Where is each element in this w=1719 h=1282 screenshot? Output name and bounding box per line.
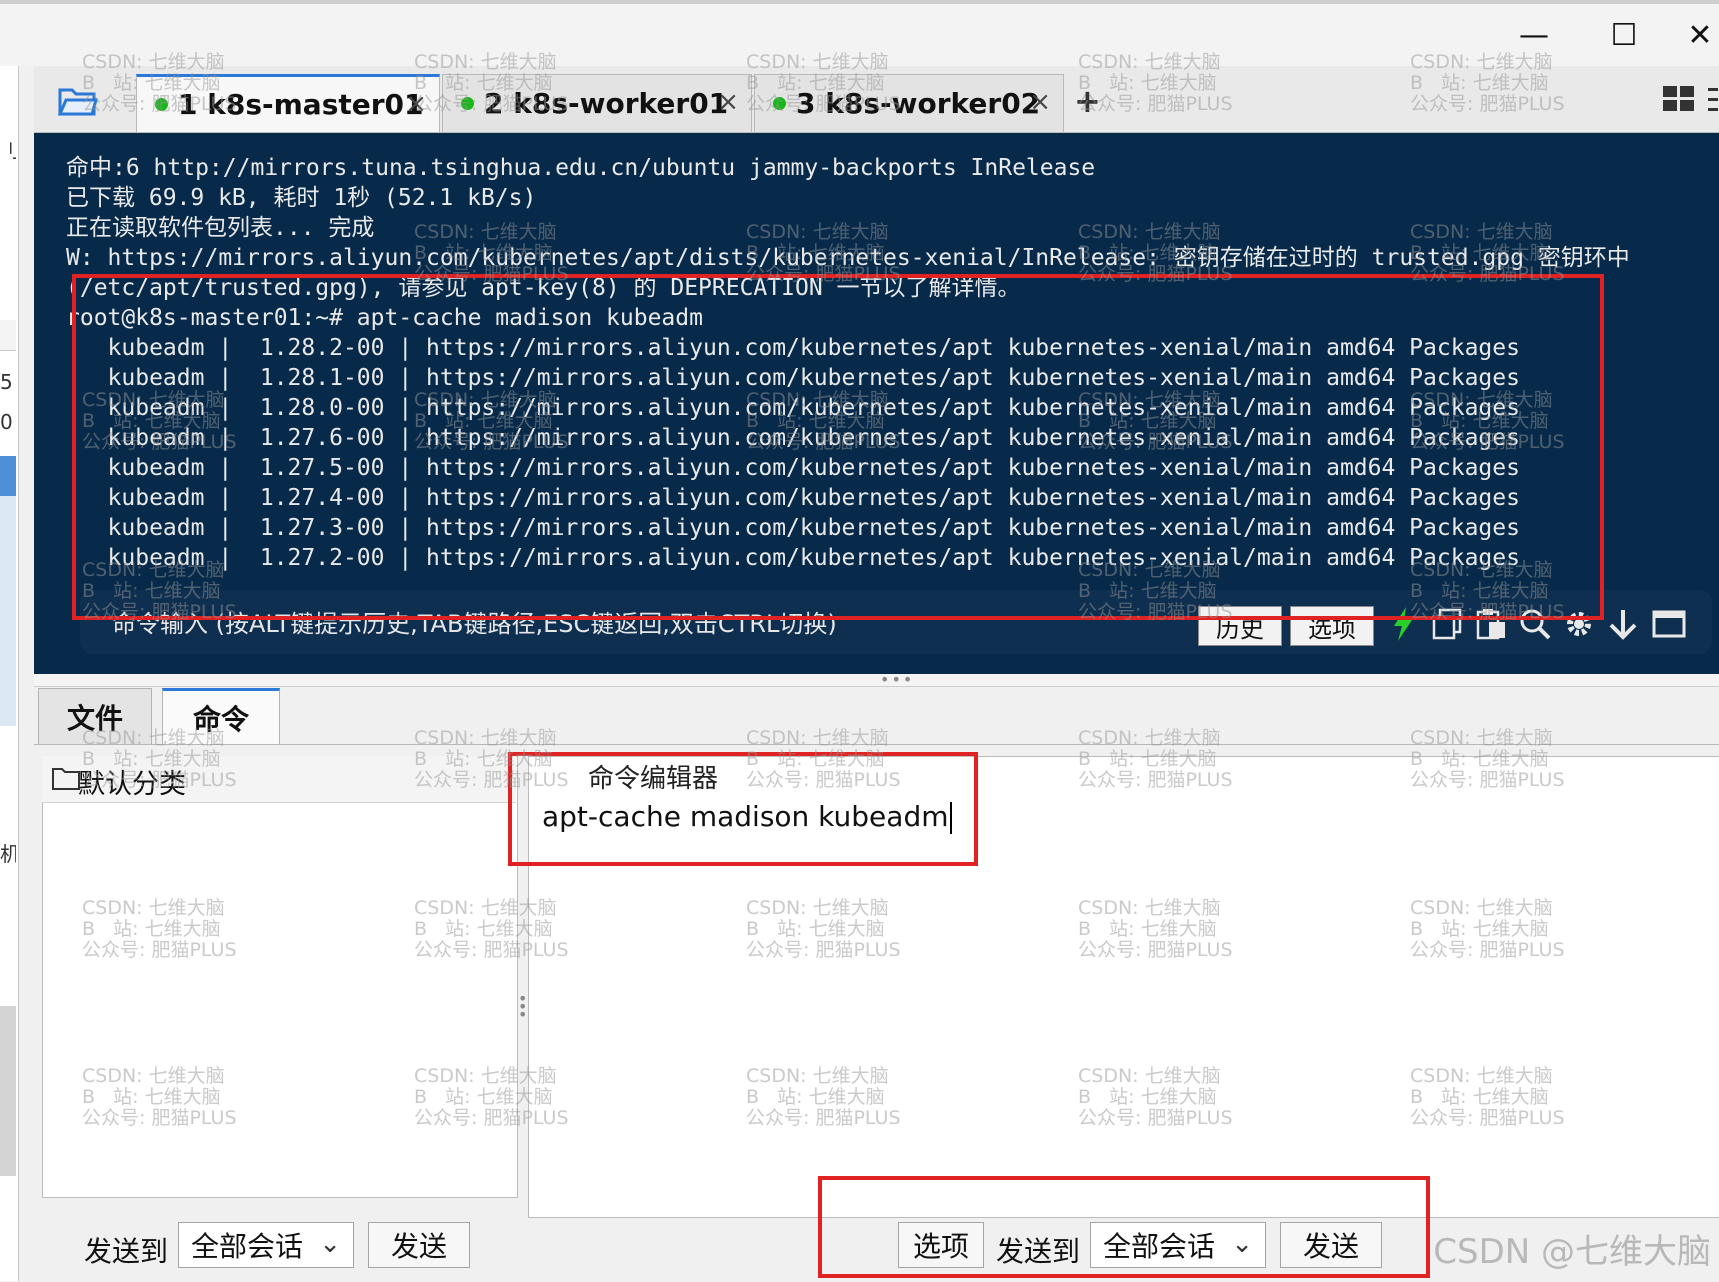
terminal-line: kubeadm | 1.28.1-00 | https://mirrors.al… — [66, 365, 1520, 391]
terminal-line: kubeadm | 1.27.5-00 | https://mirrors.al… — [66, 455, 1520, 481]
tab-commands[interactable]: 命令 — [162, 688, 280, 744]
folder-icon — [52, 766, 80, 790]
sidebar-list[interactable] — [0, 496, 16, 726]
close-icon[interactable]: × — [1029, 87, 1051, 117]
session-status-icon — [773, 97, 786, 110]
category-default[interactable]: 默认分类 — [78, 762, 186, 801]
terminal-line: kubeadm | 1.28.2-00 | https://mirrors.al… — [66, 335, 1520, 361]
window-titlebar — [0, 0, 1719, 66]
send-to-label: 发送到 — [84, 1235, 169, 1268]
tab-k8s-master01[interactable]: 1 k8s-master01 × — [136, 74, 440, 132]
arrow-down-icon[interactable] — [1604, 602, 1642, 646]
command-category-list[interactable] — [42, 756, 518, 1198]
minimize-icon: — — [1519, 17, 1549, 53]
command-text: apt-cache madison kubeadm — [542, 800, 949, 833]
copy-icon[interactable] — [1428, 602, 1466, 646]
options-button[interactable]: 选项 — [1290, 606, 1374, 646]
sidebar-fragment: 刂 — [0, 134, 16, 163]
session-status-icon — [155, 98, 168, 111]
editor-send-button[interactable]: 发送 — [1280, 1222, 1382, 1268]
sidebar-row[interactable] — [0, 320, 16, 351]
editor-send-to-label: 发送到 — [996, 1235, 1081, 1268]
terminal-line: kubeadm | 1.28.0-00 | https://mirrors.al… — [66, 395, 1520, 421]
tab-k8s-worker01[interactable]: 2 k8s-worker01 × — [442, 74, 752, 132]
sidebar-fragment: 5 — [0, 370, 13, 394]
terminal-line: W: https://mirrors.aliyun.com/kubernetes… — [66, 245, 1630, 271]
editor-options-button[interactable]: 选项 — [898, 1222, 984, 1268]
chevron-down-icon: ⌄ — [1231, 1229, 1253, 1259]
plus-icon: + — [1074, 82, 1101, 120]
terminal-line: 已下载 69.9 kB, 耗时 1秒 (52.1 kB/s) — [66, 185, 537, 211]
terminal-line: (/etc/apt/trusted.gpg), 请参见 apt-key(8) 的… — [66, 275, 1021, 301]
gear-icon[interactable] — [1560, 602, 1598, 646]
panel-splitter[interactable] — [34, 674, 1719, 687]
sidebar-scrollbar[interactable] — [0, 1006, 16, 1176]
text-caret — [949, 802, 952, 834]
folder-icon[interactable] — [57, 82, 98, 118]
drag-handle-icon[interactable]: ••• — [880, 670, 914, 689]
terminal-prompt-line: root@k8s-master01:~# apt-cache madison k… — [66, 305, 703, 331]
paste-icon[interactable] — [1472, 602, 1510, 646]
terminal-line: kubeadm | 1.27.3-00 | https://mirrors.al… — [66, 515, 1520, 541]
tab-files[interactable]: 文件 — [38, 688, 152, 744]
terminal-line: kubeadm | 1.27.6-00 | https://mirrors.al… — [66, 425, 1520, 451]
close-icon[interactable]: × — [405, 89, 427, 119]
sidebar-fragment: 0 — [0, 410, 13, 434]
menu-icon[interactable] — [1708, 86, 1718, 114]
close-window-button[interactable]: ✕ — [1678, 17, 1719, 53]
grid-icon[interactable] — [1662, 84, 1696, 114]
pane-resize-handle[interactable]: • • • — [518, 991, 527, 1023]
left-sidebar[interactable]: 刂 5 0 机 — [0, 66, 19, 1281]
session-status-icon — [461, 97, 474, 110]
minimize-button[interactable]: — — [1512, 17, 1556, 53]
tab-label: 2 k8s-worker01 — [484, 87, 729, 120]
history-button[interactable]: 历史 — [1198, 606, 1282, 646]
sidebar-fragment: 机 — [0, 838, 16, 867]
sidebar-selected-item[interactable] — [0, 456, 16, 496]
send-button[interactable]: 发送 — [368, 1222, 470, 1268]
add-tab-button[interactable]: + — [1074, 82, 1101, 120]
tab-label: 3 k8s-worker02 — [796, 87, 1041, 120]
search-icon[interactable] — [1516, 602, 1554, 646]
tab-label: 1 k8s-master01 — [178, 88, 424, 121]
lightning-icon[interactable] — [1384, 602, 1422, 646]
terminal-line: 正在读取软件包列表... 完成 — [66, 215, 375, 241]
close-icon[interactable]: × — [717, 87, 739, 117]
select-value: 全部会话 — [1103, 1230, 1216, 1263]
send-target-select[interactable]: 全部会话 ⌄ — [178, 1222, 354, 1268]
window-icon[interactable] — [1650, 602, 1688, 646]
command-editor-label: 命令编辑器 — [588, 764, 719, 794]
close-icon: ✕ — [1687, 17, 1713, 53]
terminal-line: 命中:6 http://mirrors.tuna.tsinghua.edu.cn… — [66, 155, 1096, 181]
maximize-icon: ☐ — [1610, 17, 1638, 53]
terminal-line: kubeadm | 1.27.4-00 | https://mirrors.al… — [66, 485, 1520, 511]
editor-send-target-select[interactable]: 全部会话 ⌄ — [1090, 1222, 1266, 1268]
watermark-corner: CSDN @七维大脑 — [1433, 1232, 1711, 1272]
chevron-down-icon: ⌄ — [319, 1229, 341, 1259]
select-value: 全部会话 — [191, 1230, 304, 1263]
terminal-line: kubeadm | 1.27.2-00 | https://mirrors.al… — [66, 545, 1520, 571]
maximize-button[interactable]: ☐ — [1602, 17, 1646, 53]
tab-k8s-worker02[interactable]: 3 k8s-worker02 × — [754, 74, 1064, 132]
command-input-hint[interactable]: 命令输入 (按ALT键提示历史,TAB键路径,ESC键返回,双击CTRL切换) — [112, 604, 837, 639]
command-editor-input[interactable]: apt-cache madison kubeadm — [542, 800, 952, 834]
